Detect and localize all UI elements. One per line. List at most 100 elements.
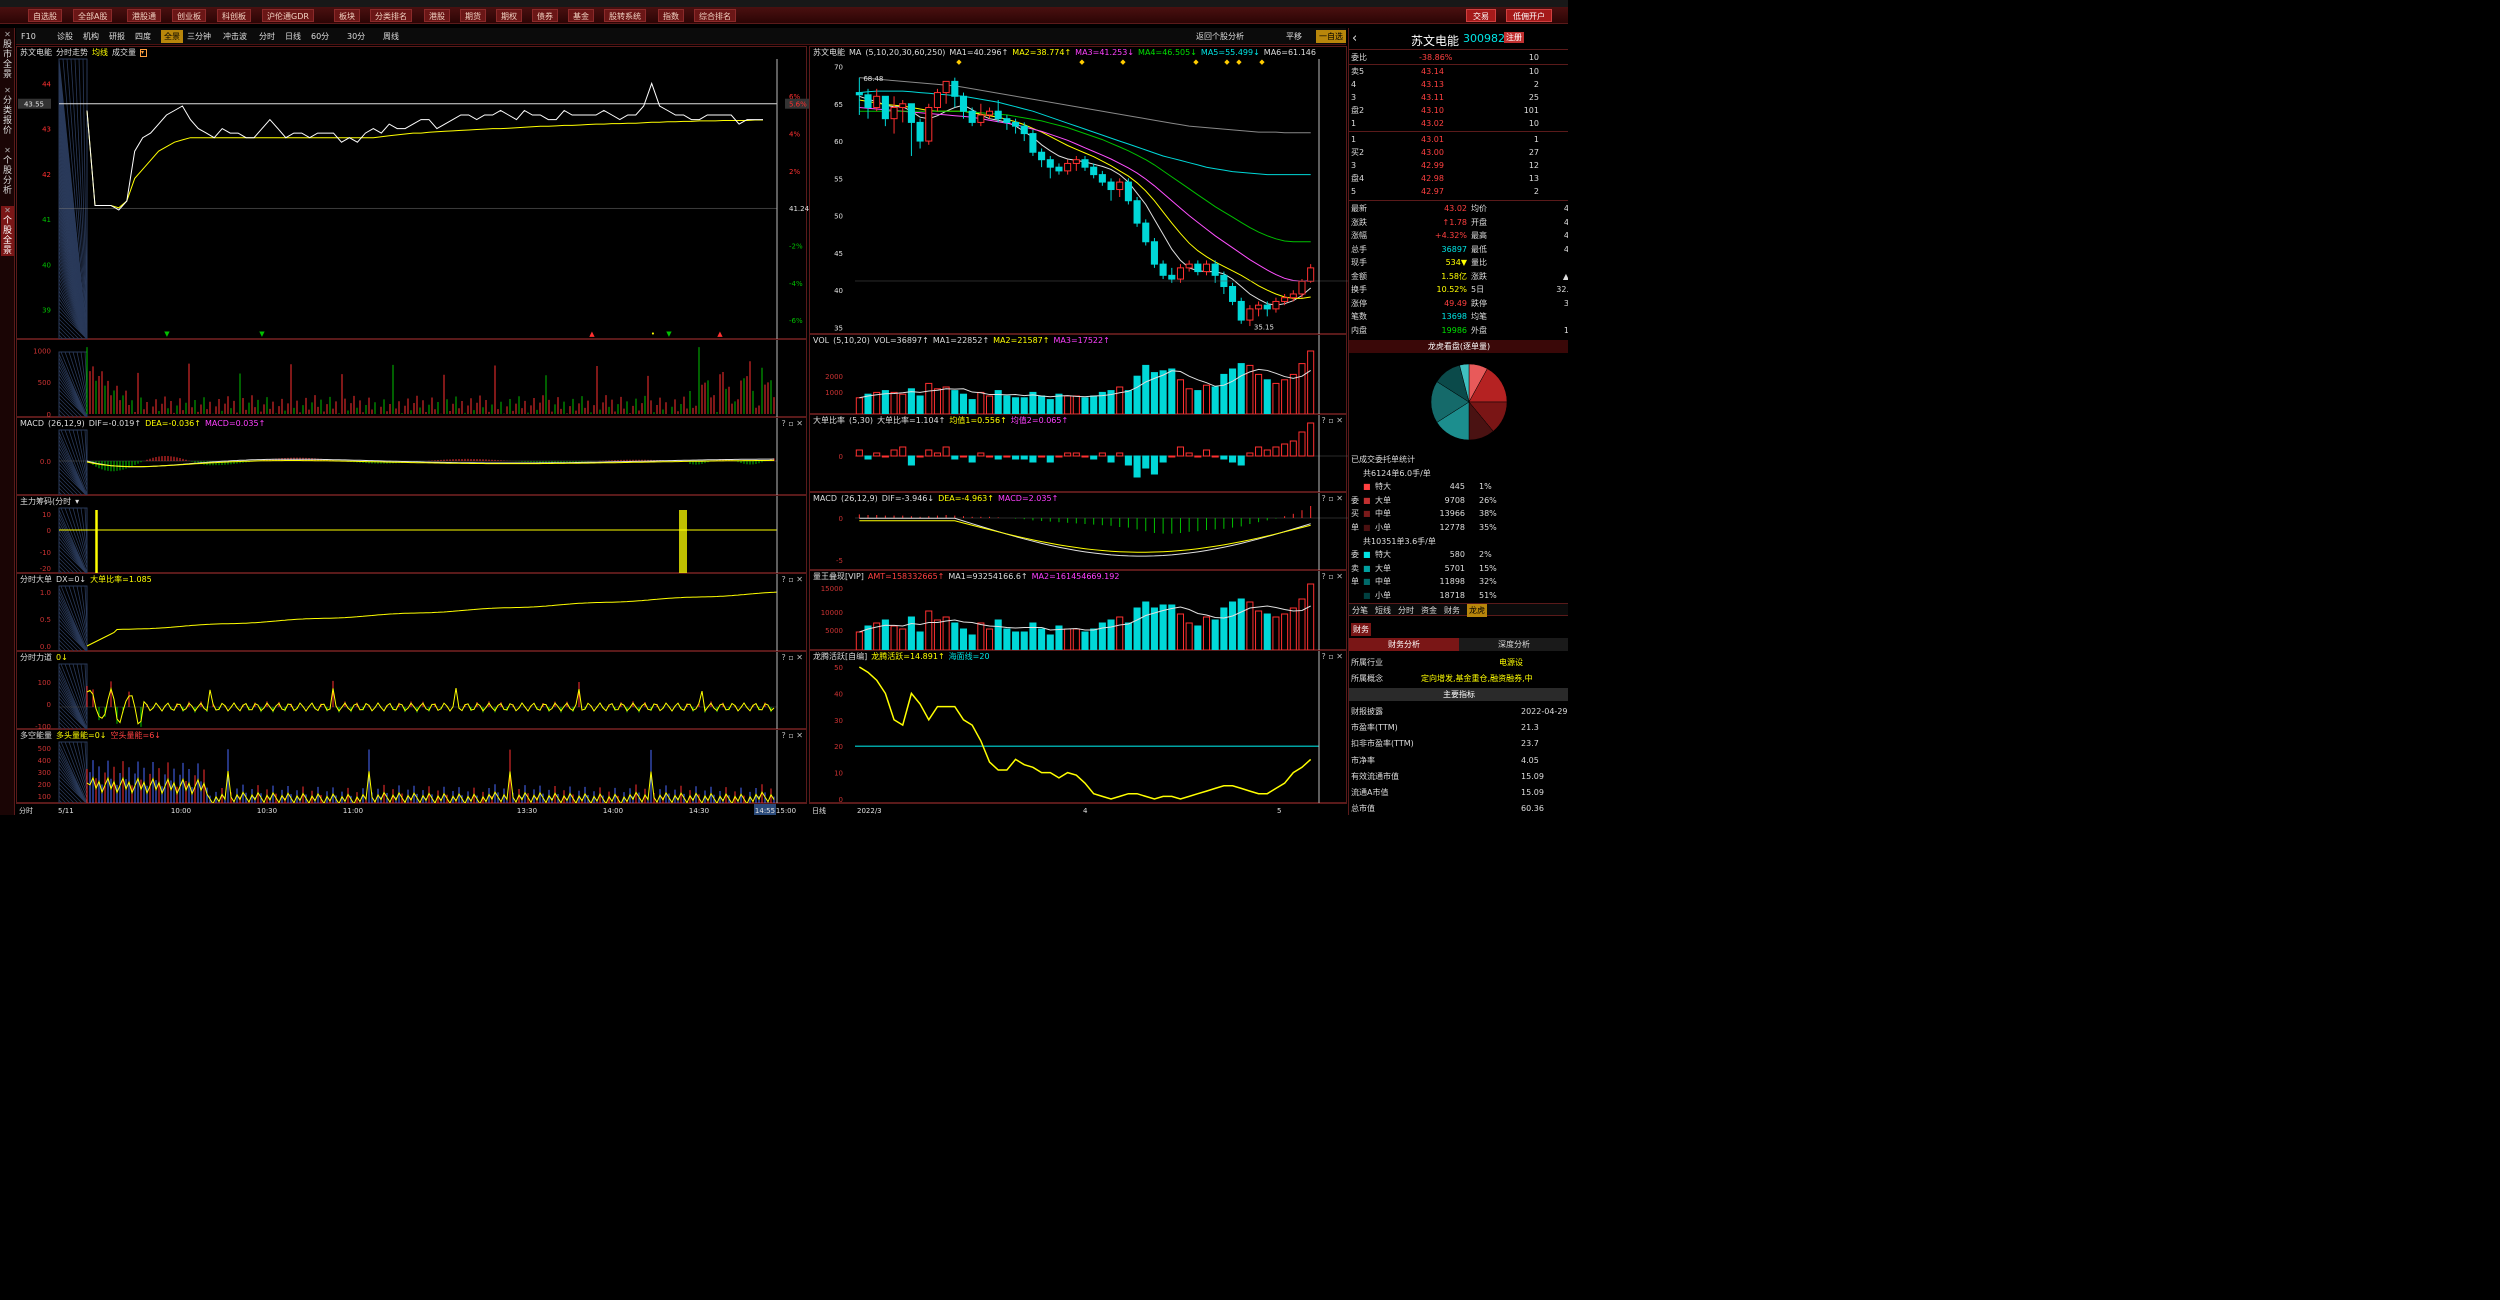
top-menu-item[interactable]: 期货: [460, 9, 486, 22]
toolbar-item[interactable]: 四度: [135, 30, 151, 43]
fenshi-dadan-pane: 分时大单 DX=0↓ 大单比率=1.085 ? ▫ ✕ 1.0 0.5 0.0: [16, 573, 807, 653]
stat-label: 现手: [1351, 258, 1367, 267]
side-label: 单: [1351, 523, 1359, 533]
close-icon[interactable]: ✕: [1, 206, 14, 216]
panel-tab[interactable]: 财务: [1444, 604, 1460, 617]
stat-row: 现手 534▼ 量比: [1349, 256, 1568, 269]
toolbar-item[interactable]: 分时: [259, 30, 275, 43]
candle-body: [1116, 181, 1124, 191]
stat-label: 涨跌: [1471, 271, 1487, 281]
top-menu-item[interactable]: 期权: [496, 9, 522, 22]
side-nav-item[interactable]: ✕ 股市全景: [1, 30, 14, 80]
candle-body: [1159, 263, 1167, 276]
toolbar-item[interactable]: 诊股: [57, 30, 73, 43]
top-menu-item[interactable]: 板块: [334, 9, 360, 22]
bar: [1116, 386, 1124, 415]
toolbar-item[interactable]: 60分: [311, 30, 329, 43]
top-menu-item[interactable]: 债券: [532, 9, 558, 22]
side-nav-item[interactable]: ✕ 分类报价: [1, 86, 14, 136]
bar: [1220, 607, 1228, 651]
candle-body: [959, 95, 968, 112]
side-nav-item[interactable]: ✕ 个股分析: [1, 146, 14, 196]
stat-value: 10.52%: [1436, 285, 1467, 294]
side-nav: ✕ 股市全景 ✕ 分类报价 ✕ 个股分析 ✕ 个股全景: [0, 28, 15, 815]
stat-label: 最低: [1471, 244, 1487, 254]
toolbar-item[interactable]: 日线: [285, 30, 301, 43]
toolbar-right-item[interactable]: 返回个股分析: [1196, 30, 1244, 43]
toolbar-item[interactable]: 全景: [161, 30, 183, 43]
deal-type: 特大: [1375, 482, 1391, 491]
bar: [864, 455, 872, 460]
toolbar-item[interactable]: 三分钟: [187, 30, 211, 43]
metric-row: 总市值 60.36: [1349, 802, 1568, 815]
stat-label: 均价: [1471, 204, 1487, 213]
ask-row: 盘2 43.10 101: [1349, 104, 1568, 117]
legend-swatch: ■: [1363, 509, 1371, 519]
low-commission-open-button[interactable]: 低佣开户: [1506, 9, 1552, 22]
top-menu-item[interactable]: 基金: [568, 9, 594, 22]
toolbar-right-item[interactable]: 平移: [1286, 30, 1302, 43]
candle-body: [1020, 125, 1028, 135]
finance-subtab[interactable]: 财务分析: [1349, 638, 1459, 651]
panel-stock-name: 苏文电能: [1411, 34, 1460, 48]
panel-tab[interactable]: 短线: [1375, 604, 1391, 617]
vol-tick: 2000: [825, 373, 843, 381]
chevron-left-icon[interactable]: ‹: [1352, 31, 1357, 46]
top-menu-item[interactable]: 沪伦通GDR: [262, 9, 314, 22]
panel-tab[interactable]: 资金: [1421, 604, 1437, 617]
signal-diamond: ◆: [1193, 58, 1199, 66]
top-menu-item[interactable]: 综合排名: [694, 9, 736, 22]
toolbar-item[interactable]: 研报: [109, 30, 125, 43]
close-icon[interactable]: ✕: [1, 86, 14, 96]
toolbar-item[interactable]: 周线: [383, 30, 399, 43]
metric-value: 15.09: [1521, 771, 1544, 781]
bar: [968, 634, 976, 651]
close-icon[interactable]: ✕: [1, 146, 14, 156]
top-menu-item[interactable]: 科创板: [217, 9, 251, 22]
top-menu-item[interactable]: 港股通: [127, 9, 161, 22]
top-menu-item[interactable]: 港股: [424, 9, 450, 22]
candle-body: [864, 94, 872, 108]
bar: [933, 619, 941, 651]
kline-pane: 苏文电能 MA (5,10,20,30,60,250) MA1=40.296↑ MA2=…: [809, 46, 1348, 335]
bar: [1055, 393, 1063, 415]
top-menu-item[interactable]: 自选股: [28, 9, 62, 22]
finance-subtab[interactable]: 深度分析: [1459, 638, 1568, 651]
side-nav-item[interactable]: ✕ 个股全景: [1, 206, 14, 256]
top-menu-item[interactable]: 指数: [658, 9, 684, 22]
toolbar-item[interactable]: 机构: [83, 30, 99, 43]
panel-stock-code: 300982: [1463, 32, 1505, 45]
stat-value: 3: [1525, 297, 1568, 310]
panel-tab[interactable]: 分时: [1398, 604, 1414, 617]
top-menu-item[interactable]: 创业板: [172, 9, 206, 22]
stat-row: 笔数 13698 均笔: [1349, 310, 1568, 323]
toolbar-item[interactable]: 30分: [347, 30, 365, 43]
top-menu-item[interactable]: 全部A股: [73, 9, 113, 22]
longteng-pane: 龙腾活跃[自编] 龙腾活跃=14.891↑ 海面线=20 ? ▫ ✕ 50 40 30 2…: [809, 650, 1347, 804]
top-menu-item[interactable]: 分类排名: [370, 9, 412, 22]
trade-button[interactable]: 交易: [1466, 9, 1496, 22]
bar: [907, 455, 915, 466]
bar: [899, 446, 907, 457]
close-icon[interactable]: ✕: [1, 30, 14, 40]
panel-tab[interactable]: 分笔: [1352, 604, 1368, 617]
price-line: [86, 81, 763, 211]
lidao-line: [86, 686, 775, 725]
stat-value: 19986: [1441, 325, 1467, 335]
ask-level: 1: [1351, 119, 1357, 128]
dadan-tick: 0.5: [40, 616, 51, 624]
toolbar-item[interactable]: F10: [21, 30, 36, 43]
panel-tab[interactable]: 龙虎: [1467, 604, 1487, 617]
dadan-ratio-pane: 大单比率 (5,30) 大单比率=1.104↑ 均值1=0.556↑ 均值2=0.065…: [809, 414, 1348, 493]
bar: [873, 452, 881, 457]
toolbar-right-item[interactable]: 一自选: [1316, 30, 1346, 43]
pct-tick: 5.6%: [789, 101, 807, 109]
toolbar-item[interactable]: 冲击波: [223, 30, 247, 43]
finance-tab[interactable]: 财务: [1351, 623, 1371, 636]
bar: [1098, 622, 1106, 651]
macd-tick: -5: [836, 557, 843, 565]
liangwang-chart: 15000 10000 5000: [821, 571, 1320, 651]
bar: [933, 388, 941, 415]
top-menu-item[interactable]: 股转系统: [604, 9, 646, 22]
duokong-tick: 400: [38, 757, 51, 765]
